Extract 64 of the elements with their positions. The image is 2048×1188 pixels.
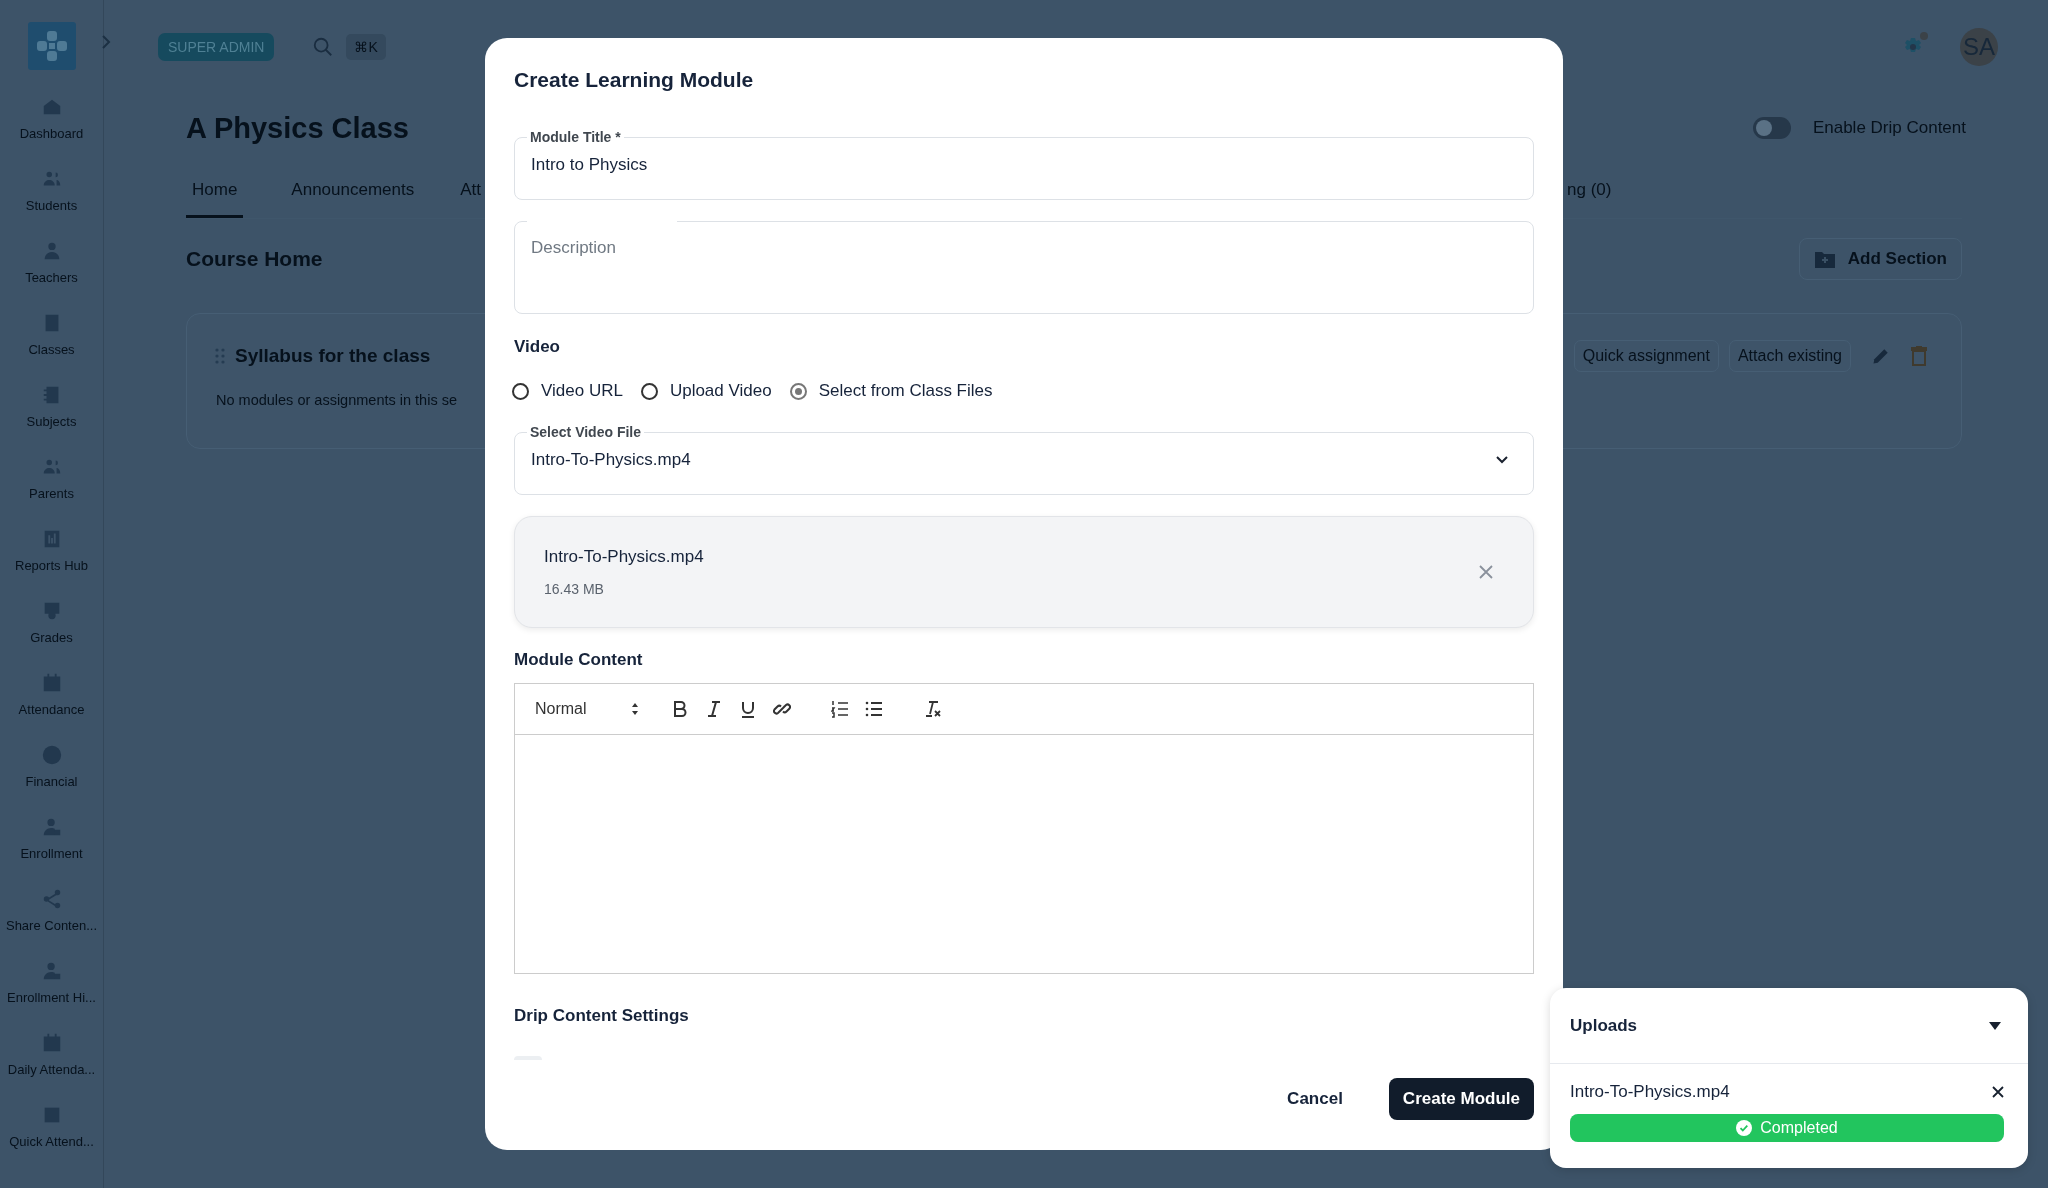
sidebar-item[interactable]: Attendance [1,672,102,744]
title-input[interactable]: Intro to Physics [531,145,1517,199]
field-label: Select Video File [529,424,642,440]
folder-plus-icon [1813,249,1836,269]
sidebar-item[interactable]: Parents [1,456,102,528]
drag-handle-icon[interactable] [215,348,225,364]
heading-select[interactable]: Normal [535,700,639,718]
radio-option[interactable]: Select from Class Files [789,381,993,401]
sidebar-item[interactable]: Reports Hub [1,528,102,600]
sidebar-item[interactable]: Daily Attenda... [1,1032,102,1104]
section-title: Syllabus for the class [235,345,431,367]
toggle-label: Enable Drip Content [1812,118,1966,138]
tab[interactable]: Att [454,168,488,215]
section-heading: Course Home [186,247,323,271]
close-icon[interactable] [1992,1086,2004,1098]
sidebar-item[interactable]: Students [1,168,102,240]
add-section-button[interactable]: Add Section [1798,238,1962,280]
radio-option[interactable]: Video URL [512,381,623,401]
action-button[interactable]: Attach existing [1728,340,1851,372]
modal-title: Create Learning Module [514,68,755,92]
sidebar-item[interactable]: Grades [1,600,102,672]
content-heading: Module Content [514,650,644,670]
numbered-list-icon[interactable] [830,700,849,718]
drip-heading: Drip Content Settings [514,1006,690,1026]
role-badge: SUPER ADMIN [158,33,275,61]
file-name: Intro-To-Physics.mp4 [544,547,704,567]
radio-option[interactable]: Upload Video [640,381,772,401]
toggle-switch[interactable] [1752,117,1791,139]
file-size: 16.43 MB [544,581,605,597]
bulleted-list-icon[interactable] [864,700,883,718]
cancel-button[interactable]: Cancel [1281,1088,1349,1110]
upload-file-name: Intro-To-Physics.mp4 [1570,1082,1730,1102]
module-title-field[interactable]: Module Title * Intro to Physics [514,129,1534,200]
description-field[interactable]: Description [514,221,1534,314]
tab[interactable]: ng (0) [1561,168,1618,215]
description-input[interactable]: Description [531,222,1517,286]
sidebar-item[interactable]: Teachers [1,240,102,312]
sidebar-item[interactable]: Enrollment Hi... [1,960,102,1032]
caret-down-icon[interactable] [1988,1020,2002,1031]
sidebar-item[interactable]: Subjects [1,384,102,456]
field-label: Module Title * [529,129,622,145]
link-icon[interactable] [772,700,791,718]
sidebar-item[interactable]: Financial [1,744,102,816]
sidebar-item[interactable]: Dashboard [1,96,102,168]
sidebar-item[interactable]: Enrollment [1,816,102,888]
sidebar-item[interactable]: Share Conten... [1,888,102,960]
sort-arrows-icon [630,702,639,716]
create-module-button[interactable]: Create Module [1388,1078,1534,1120]
check-circle-icon [1736,1120,1753,1136]
logo-icon [27,22,76,70]
sidebar-item[interactable]: Quick Attend... [1,1104,102,1176]
rich-text-editor[interactable]: Normal [514,683,1534,974]
video-file-select[interactable]: Select Video File Intro-To-Physics.mp4 [514,424,1534,495]
progress-bar: Completed [1570,1114,2004,1142]
action-button[interactable]: Quick assignment [1573,340,1719,372]
tab[interactable]: Announcements [285,168,421,215]
uploads-title: Uploads [1570,1015,1638,1036]
empty-message: No modules or assignments in this se [216,392,457,408]
shortcut-hint: ⌘K [346,34,386,60]
video-heading: Video [514,337,561,357]
chevron-down-icon [1495,455,1509,465]
sidebar-item[interactable]: Classes [1,312,102,384]
page-title: A Physics Class [186,111,409,145]
tab[interactable]: Home [186,168,244,218]
